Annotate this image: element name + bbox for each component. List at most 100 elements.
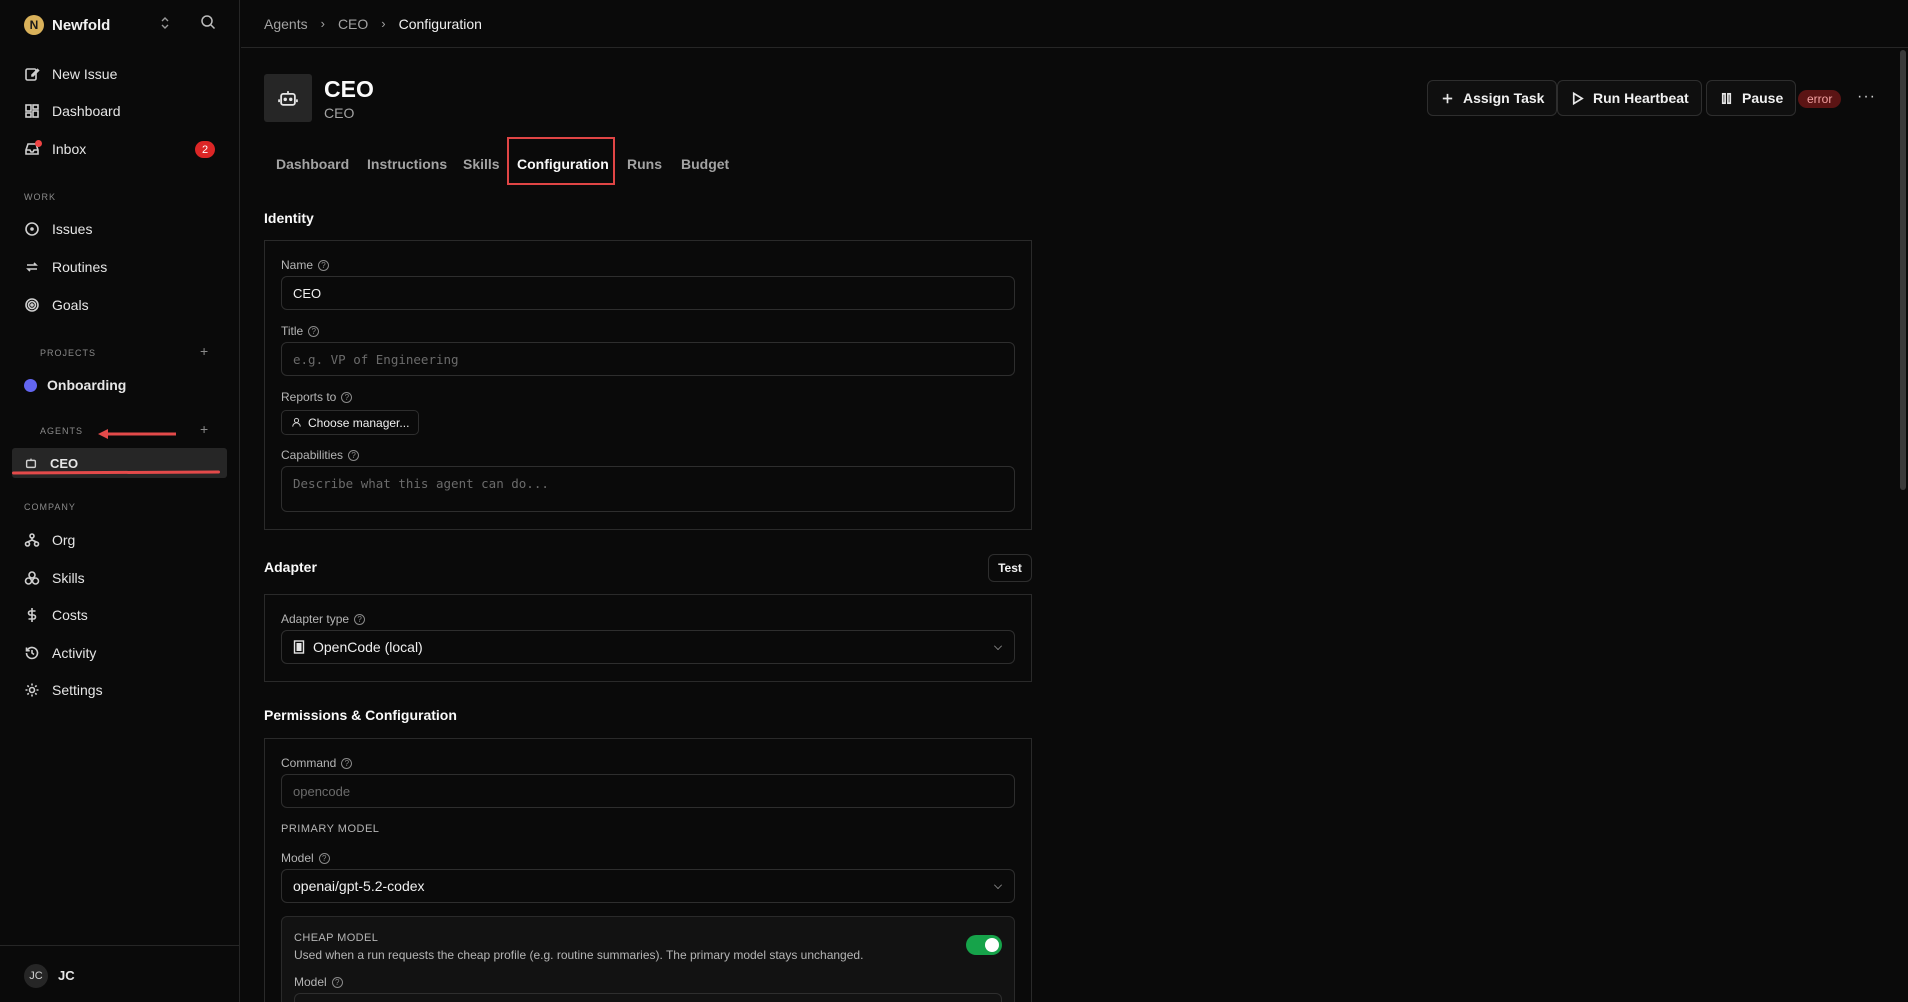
tab-runs[interactable]: Runs [627,156,662,172]
terminal-icon [293,640,305,654]
pause-icon [1721,92,1732,104]
tab-budget[interactable]: Budget [681,156,729,172]
company-name: Newfold [52,16,111,34]
cheap-model-toggle[interactable] [966,935,1002,955]
help-icon[interactable]: ? [341,391,353,403]
sidebar-item-activity[interactable]: Activity [24,642,96,664]
model-select[interactable]: openai/gpt-5.2-codex [281,869,1015,903]
user-menu[interactable]: JC JC [0,945,240,1002]
agent-subtitle: CEO [324,105,355,121]
sidebar: N Newfold New Issue Dashboard Inbox 2 WO… [0,0,240,1002]
title-label-text: Title [281,324,304,338]
sidebar-item-label: Skills [52,570,85,586]
help-icon[interactable]: ? [308,325,320,337]
breadcrumb-agents[interactable]: Agents [264,16,308,32]
sidebar-item-onboarding[interactable]: Onboarding [24,374,126,396]
adapter-type-select[interactable]: OpenCode (local) [281,630,1015,664]
cheap-model-title: CHEAP MODEL [294,932,379,944]
repeat-icon [26,262,38,272]
company-logo: N [24,15,44,35]
pause-button[interactable]: Pause [1706,80,1797,116]
user-icon [292,417,301,427]
target-icon [25,298,39,312]
adapter-type-value: OpenCode (local) [313,639,423,655]
help-icon[interactable]: ? [318,852,330,864]
name-label: Name? [281,258,330,272]
search-icon[interactable] [200,14,216,30]
sidebar-item-label: Dashboard [52,103,121,119]
assign-task-button[interactable]: Assign Task [1427,80,1558,116]
command-label-text: Command [281,756,337,770]
name-label-text: Name [281,258,314,272]
bot-icon [25,458,37,469]
more-options-icon[interactable]: ··· [1857,88,1876,106]
chevron-down-icon [994,642,1002,650]
sidebar-item-goals[interactable]: Goals [24,294,89,316]
capabilities-label: Capabilities? [281,448,360,462]
inbox-count-badge: 2 [195,141,215,158]
tab-dashboard[interactable]: Dashboard [276,156,349,172]
unread-dot [35,140,42,147]
agent-avatar [264,74,312,122]
chevron-up-down-icon[interactable] [160,16,170,30]
adapter-type-label: Adapter type? [281,612,366,626]
chevron-down-icon [994,881,1002,889]
section-label-projects: PROJECTS [40,348,97,358]
command-input[interactable]: opencode [281,774,1015,808]
tab-skills[interactable]: Skills [463,156,500,172]
choose-manager-button[interactable]: Choose manager... [281,410,420,435]
sidebar-item-routines[interactable]: Routines [24,256,107,278]
help-icon[interactable]: ? [318,259,330,271]
page-title: CEO [324,76,374,102]
section-label-company: COMPANY [24,502,76,512]
sidebar-item-costs[interactable]: Costs [24,604,88,626]
sidebar-item-label: Goals [52,297,89,313]
sidebar-item-settings[interactable]: Settings [24,679,103,701]
capabilities-textarea[interactable]: Describe what this agent can do... [281,466,1015,512]
scrollbar-thumb[interactable] [1900,50,1906,490]
command-label: Command? [281,756,353,770]
sidebar-item-label: Activity [52,645,97,661]
sidebar-item-inbox[interactable]: Inbox [24,138,86,160]
add-agent-button[interactable]: + [200,421,208,437]
sidebar-item-skills[interactable]: Skills [24,567,85,589]
test-adapter-button[interactable]: Test [988,554,1032,582]
sidebar-item-issues[interactable]: Issues [24,218,92,240]
sidebar-item-dashboard[interactable]: Dashboard [24,100,121,122]
edit-icon [25,68,40,81]
title-input[interactable]: e.g. VP of Engineering [281,342,1015,376]
sidebar-item-label: Routines [52,259,108,275]
plus-icon [1442,93,1453,103]
company-switcher[interactable]: N Newfold [24,14,110,36]
sidebar-item-label: Costs [52,607,88,623]
help-icon[interactable]: ? [354,613,366,625]
annotation-arrow [98,429,176,439]
help-icon[interactable]: ? [341,757,353,769]
cheap-model-card: CHEAP MODEL Used when a run requests the… [281,916,1015,1002]
sidebar-item-org[interactable]: Org [24,529,75,551]
name-input[interactable]: CEO [281,276,1015,310]
sidebar-item-new-issue[interactable]: New Issue [24,63,117,85]
sidebar-item-label: Org [52,532,76,548]
run-heartbeat-button[interactable]: Run Heartbeat [1557,80,1702,116]
help-icon[interactable]: ? [331,976,343,988]
tab-instructions[interactable]: Instructions [367,156,447,172]
status-badge: error [1798,90,1842,108]
sidebar-item-label: New Issue [52,66,118,82]
help-icon[interactable]: ? [348,449,360,461]
primary-model-heading: PRIMARY MODEL [281,823,380,835]
avatar: JC [24,964,48,988]
breadcrumb-separator: › [381,16,386,31]
section-label-work: WORK [24,192,56,202]
section-title-adapter: Adapter [264,559,317,575]
assign-task-label: Assign Task [1463,90,1545,106]
cheap-model-label-text: Model [294,975,327,989]
sidebar-item-label: Onboarding [47,377,127,393]
choose-manager-label: Choose manager... [308,415,410,430]
add-project-button[interactable]: + [200,343,208,359]
section-title-identity: Identity [264,210,314,226]
annotation-box [507,137,615,185]
cheap-model-select[interactable] [294,993,1002,1002]
breadcrumb-ceo[interactable]: CEO [338,16,368,32]
dollar-icon [27,608,37,622]
